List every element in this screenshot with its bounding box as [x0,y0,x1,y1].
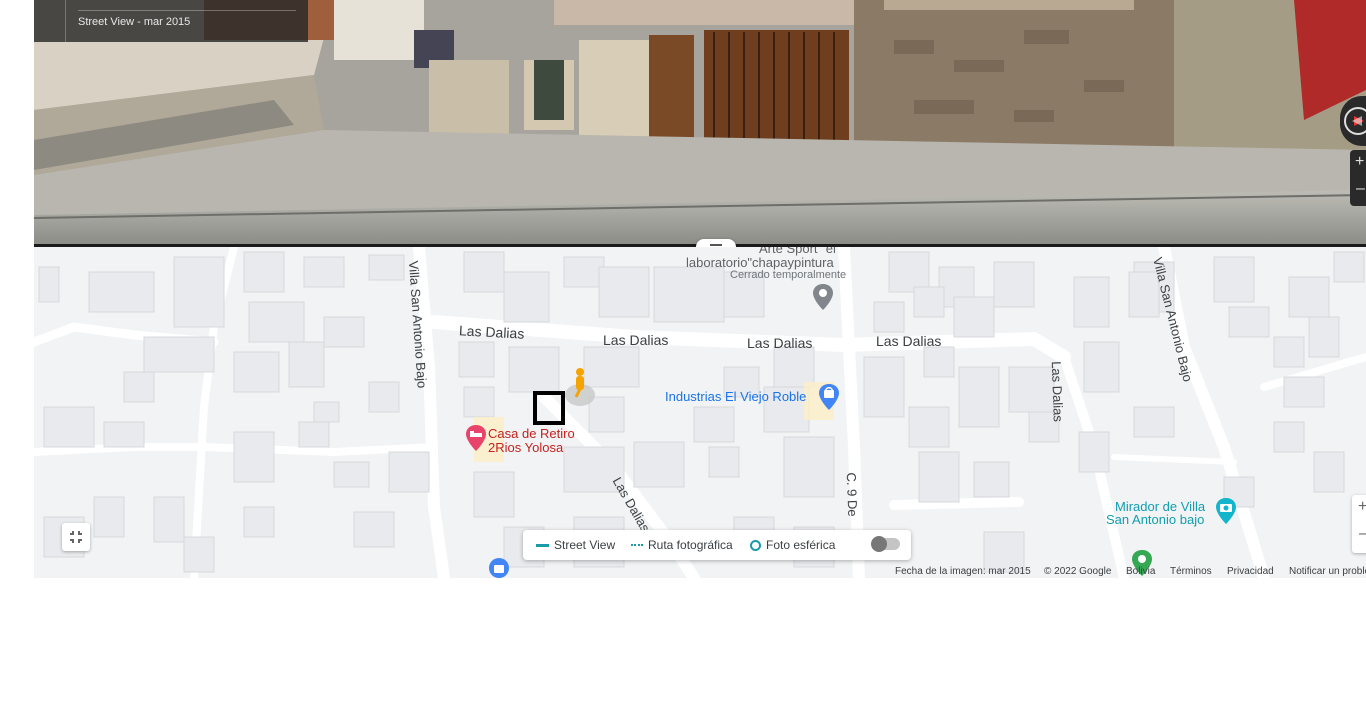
selection-box [533,391,565,425]
legend-foto: Foto esférica [766,538,836,552]
zoom-out-icon[interactable]: – [1359,525,1366,543]
info-box-divider [65,0,66,42]
photosphere-icon [750,540,761,551]
terms-link[interactable]: Términos [1170,566,1212,577]
poi-label-casa-retiro[interactable]: 2Rios Yolosa [488,441,563,455]
street-label-las-dalias: Las Dalias [876,333,942,349]
pano-zoom-control[interactable]: + – [1350,150,1366,206]
zoom-in-icon[interactable]: + [1355,153,1364,171]
poi-label-casa-retiro[interactable]: Casa de Retiro [488,427,575,441]
street-label-las-dalias: Las Dalias [1048,360,1066,423]
image-date: Fecha de la imagen: mar 2015 [895,566,1031,577]
street-label-c9: C. 9 De [843,472,861,517]
location-pin-icon[interactable] [812,283,834,311]
zoom-out-icon[interactable]: – [1356,180,1365,198]
street-label-las-dalias: Las Dalias [747,335,813,351]
privacy-link[interactable]: Privacidad [1227,566,1274,577]
shopping-bag-icon[interactable] [818,383,840,411]
street-view-info-box: Street View - mar 2015 [34,0,308,42]
map-zoom-control[interactable]: + – [1352,495,1366,553]
street-label-las-dalias: Las Dalias [603,332,669,348]
fullscreen-exit-icon[interactable] [62,523,90,551]
poi-status: Cerrado temporalmente [730,269,847,281]
country-link[interactable]: Bolivia [1126,566,1155,577]
report-link[interactable]: Notificar un problema [1289,566,1366,577]
legend-toggle[interactable] [871,536,900,552]
map-footer: Fecha de la imagen: mar 2015 © 2022 Goog… [890,566,1366,578]
pegman-icon[interactable] [564,367,596,407]
app-window: Street View - mar 2015 + – Las Dalias La… [0,0,1366,728]
poi-label-industrias[interactable]: Industrias El Viejo Roble [665,390,806,404]
photo-route-icon [631,544,643,546]
info-box-rule [78,10,296,11]
map-view[interactable]: Las Dalias Las Dalias Las Dalias Las Dal… [34,247,1366,578]
compass-icon[interactable] [1340,96,1366,146]
copyright: © 2022 Google [1044,566,1112,577]
street-view-legend: Street View Ruta fotográfica Foto esféri… [523,530,911,560]
street-view-date-label: Street View - mar 2015 [78,16,191,28]
street-view-line-icon [536,544,549,547]
poi-label-mirador[interactable]: San Antonio bajo [1106,513,1204,527]
shopping-bag-icon[interactable] [488,557,510,578]
camera-icon[interactable] [1215,497,1237,525]
zoom-in-icon[interactable]: + [1358,498,1366,516]
bed-icon[interactable] [465,424,487,452]
legend-ruta: Ruta fotográfica [648,538,733,552]
legend-street-view: Street View [554,538,616,552]
street-label-las-dalias: Las Dalias [458,322,525,342]
